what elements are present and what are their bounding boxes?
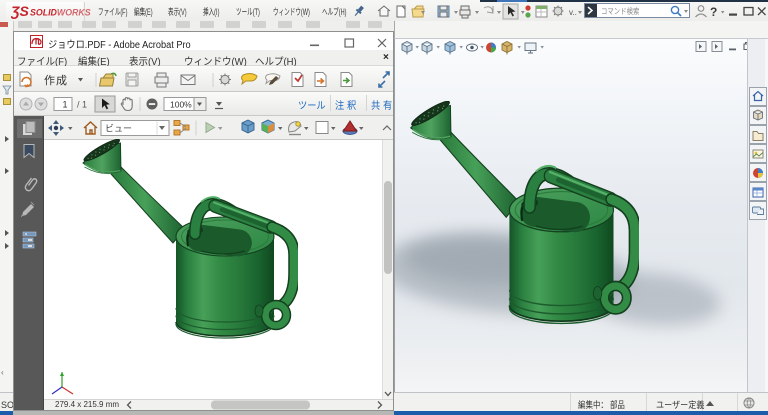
- svg-text:ƷS: ƷS: [11, 4, 30, 19]
- svg-text:SOLIDWORKS: SOLIDWORKS: [30, 8, 91, 18]
- svg-text:v..: v..: [569, 8, 577, 17]
- svg-text:?: ?: [710, 5, 717, 19]
